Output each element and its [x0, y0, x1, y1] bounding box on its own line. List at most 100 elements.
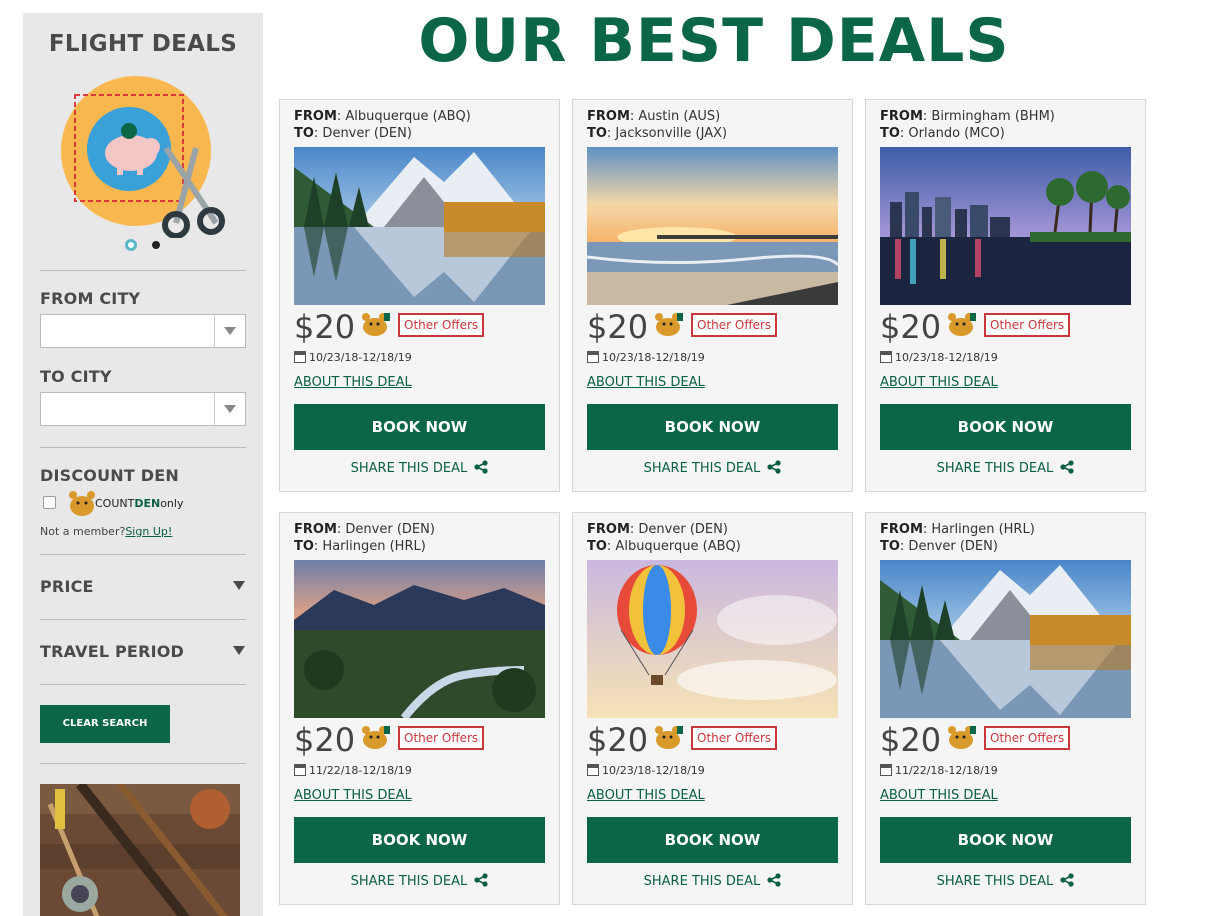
to-key: TO	[294, 539, 314, 554]
book-now-button[interactable]: BOOK NOW	[587, 817, 838, 863]
from-key: FROM	[880, 522, 923, 537]
caret-down-icon[interactable]	[233, 581, 245, 590]
deal-photo[interactable]	[880, 147, 1131, 305]
deal-route: FROM: Albuquerque (ABQ) TO: Denver (DEN)	[294, 108, 471, 142]
share-icon	[1060, 873, 1074, 891]
deal-dates: 10/23/18-12/18/19	[587, 764, 705, 777]
share-label: SHARE THIS DEAL	[936, 874, 1054, 889]
promo-carousel-image[interactable]	[61, 73, 231, 239]
book-now-button[interactable]: BOOK NOW	[880, 817, 1131, 863]
deal-to: : Orlando (MCO)	[899, 126, 1005, 141]
deal-price: $20	[587, 721, 649, 759]
deal-to: : Albuquerque (ABQ)	[606, 539, 741, 554]
discount-den-bear-icon	[654, 724, 684, 750]
deal-to: : Harlingen (HRL)	[313, 539, 426, 554]
deal-card: FROM: Denver (DEN) TO: Albuquerque (ABQ)…	[572, 512, 853, 905]
calendar-icon	[880, 351, 892, 363]
from-key: FROM	[880, 109, 923, 124]
discount-den-checkbox[interactable]	[43, 496, 56, 509]
clear-search-button[interactable]: CLEAR SEARCH	[40, 705, 170, 743]
chevron-down-icon[interactable]	[214, 393, 245, 425]
fishing-gear-ad-image[interactable]	[40, 780, 240, 916]
deal-to: : Denver (DEN)	[899, 539, 998, 554]
other-offers-button[interactable]: Other Offers	[398, 726, 485, 750]
share-this-deal-link[interactable]: SHARE THIS DEAL	[280, 873, 559, 891]
deal-card: FROM: Harlingen (HRL) TO: Denver (DEN) $…	[865, 512, 1146, 905]
deal-card: FROM: Denver (DEN) TO: Harlingen (HRL) $…	[279, 512, 560, 905]
deal-photo[interactable]	[294, 560, 545, 718]
discount-den-bear-icon	[947, 311, 977, 337]
deal-from: : Harlingen (HRL)	[922, 522, 1035, 537]
about-this-deal-link[interactable]: ABOUT THIS DEAL	[294, 375, 412, 390]
sidebar: FLIGHT DEALS FROM CITY TO CITY DISCOUNT …	[23, 13, 263, 916]
deal-date-range: 11/22/18-12/18/19	[895, 764, 998, 777]
discount-den-bear-icon	[947, 724, 977, 750]
about-this-deal-link[interactable]: ABOUT THIS DEAL	[294, 788, 412, 803]
other-offers-button[interactable]: Other Offers	[691, 726, 778, 750]
to-key: TO	[880, 539, 900, 554]
deal-photo[interactable]	[587, 560, 838, 718]
to-key: TO	[587, 126, 607, 141]
other-offers-button[interactable]: Other Offers	[984, 726, 1071, 750]
to-city-label: TO CITY	[40, 367, 112, 386]
deal-photo[interactable]	[294, 147, 545, 305]
book-now-button[interactable]: BOOK NOW	[294, 404, 545, 450]
about-this-deal-link[interactable]: ABOUT THIS DEAL	[587, 375, 705, 390]
deal-price: $20	[294, 721, 356, 759]
deal-dates: 11/22/18-12/18/19	[294, 764, 412, 777]
carousel-dot[interactable]	[152, 241, 160, 249]
deal-route: FROM: Denver (DEN) TO: Harlingen (HRL)	[294, 521, 435, 555]
deal-date-range: 10/23/18-12/18/19	[602, 764, 705, 777]
discount-den-bear-icon	[361, 311, 391, 337]
book-now-button[interactable]: BOOK NOW	[880, 404, 1131, 450]
share-label: SHARE THIS DEAL	[643, 461, 761, 476]
other-offers-button[interactable]: Other Offers	[398, 313, 485, 337]
deal-card: FROM: Austin (AUS) TO: Jacksonville (JAX…	[572, 99, 853, 492]
divider	[40, 270, 246, 271]
about-this-deal-link[interactable]: ABOUT THIS DEAL	[587, 788, 705, 803]
calendar-icon	[294, 764, 306, 776]
from-key: FROM	[587, 522, 630, 537]
calendar-icon	[880, 764, 892, 776]
caret-down-icon[interactable]	[233, 646, 245, 655]
book-now-button[interactable]: BOOK NOW	[587, 404, 838, 450]
deal-photo[interactable]	[587, 147, 838, 305]
share-label: SHARE THIS DEAL	[350, 461, 468, 476]
deal-to: : Denver (DEN)	[313, 126, 412, 141]
deal-to: : Jacksonville (JAX)	[606, 126, 728, 141]
deal-card: FROM: Birmingham (BHM) TO: Orlando (MCO)…	[865, 99, 1146, 492]
share-this-deal-link[interactable]: SHARE THIS DEAL	[573, 460, 852, 478]
to-key: TO	[880, 126, 900, 141]
other-offers-button[interactable]: Other Offers	[984, 313, 1071, 337]
deal-price: $20	[880, 308, 942, 346]
sign-up-link[interactable]: Sign Up!	[125, 525, 172, 538]
share-icon	[767, 460, 781, 478]
share-this-deal-link[interactable]: SHARE THIS DEAL	[866, 873, 1145, 891]
share-this-deal-link[interactable]: SHARE THIS DEAL	[573, 873, 852, 891]
divider	[40, 763, 246, 764]
deal-card: FROM: Albuquerque (ABQ) TO: Denver (DEN)…	[279, 99, 560, 492]
share-this-deal-link[interactable]: SHARE THIS DEAL	[866, 460, 1145, 478]
share-icon	[767, 873, 781, 891]
carousel-dots	[125, 239, 165, 251]
deal-from: : Denver (DEN)	[629, 522, 728, 537]
deal-from: : Birmingham (BHM)	[922, 109, 1055, 124]
about-this-deal-link[interactable]: ABOUT THIS DEAL	[880, 788, 998, 803]
chevron-down-icon[interactable]	[214, 315, 245, 347]
price-filter-label[interactable]: PRICE	[40, 577, 94, 596]
discount-den-bear-icon	[654, 311, 684, 337]
deal-photo[interactable]	[880, 560, 1131, 718]
book-now-button[interactable]: BOOK NOW	[294, 817, 545, 863]
about-this-deal-link[interactable]: ABOUT THIS DEAL	[880, 375, 998, 390]
calendar-icon	[587, 351, 599, 363]
from-city-select[interactable]	[40, 314, 246, 348]
deal-price: $20	[294, 308, 356, 346]
other-offers-button[interactable]: Other Offers	[691, 313, 778, 337]
to-key: TO	[587, 539, 607, 554]
to-city-select[interactable]	[40, 392, 246, 426]
divider	[40, 447, 246, 448]
deal-price: $20	[587, 308, 649, 346]
travel-period-filter-label[interactable]: TRAVEL PERIOD	[40, 642, 184, 661]
share-this-deal-link[interactable]: SHARE THIS DEAL	[280, 460, 559, 478]
carousel-dot-active[interactable]	[125, 239, 137, 251]
